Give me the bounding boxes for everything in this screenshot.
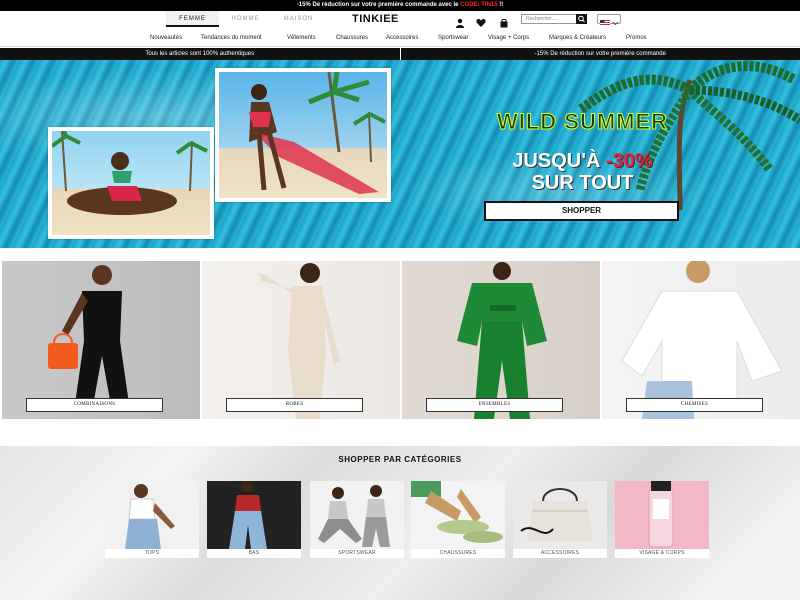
site-logo[interactable]: TINKIEE xyxy=(352,13,399,25)
shopping-bag-icon[interactable] xyxy=(499,15,509,28)
tab-maison[interactable]: MAISON xyxy=(272,11,325,27)
category-card-combinaisons[interactable]: COMBINAISONS xyxy=(2,261,200,419)
promo-text: -15% De réduction sur votre première com… xyxy=(296,2,459,8)
category-tile-chaussures[interactable]: CHAUSSURES xyxy=(411,481,505,558)
hero-banner[interactable]: WILD SUMMER JUSQU'À -30% SUR TOUT SHOPPE… xyxy=(0,60,800,248)
discount-strip: -15% De réduction sur votre première com… xyxy=(399,48,800,60)
search-placeholder: Rechercher... xyxy=(526,16,556,22)
shop-by-category-section: SHOPPER PAR CATÉGORIES TOPS BAS SPORTSWE… xyxy=(0,446,800,600)
category-label-robes[interactable]: ROBES xyxy=(226,398,363,412)
search-button[interactable] xyxy=(576,14,587,24)
tile-label-accessoires[interactable]: ACCESSOIRES xyxy=(513,549,607,558)
us-flag-icon xyxy=(600,20,610,26)
nav-item-nouveautes[interactable]: Nouveautés xyxy=(150,29,182,47)
nav-item-chaussures[interactable]: Chaussures xyxy=(336,29,368,47)
tile-label-visage-corps[interactable]: VISAGE & CORPS xyxy=(615,549,709,558)
sportswear-image xyxy=(310,481,404,549)
category-tile-sportswear[interactable]: SPORTSWEAR xyxy=(310,481,404,558)
nav-item-promos[interactable]: Promos xyxy=(626,29,647,47)
category-label-ensembles[interactable]: ENSEMBLES xyxy=(426,398,563,412)
tab-homme[interactable]: HOMME xyxy=(219,11,272,27)
search-icon xyxy=(578,15,585,23)
chaussures-image xyxy=(411,481,505,549)
hero-line1-prefix: JUSQU'À xyxy=(512,150,606,172)
category-card-ensembles[interactable]: ENSEMBLES xyxy=(402,261,600,419)
category-label-chemises[interactable]: CHEMISES xyxy=(626,398,763,412)
hero-line2: SUR TOUT xyxy=(531,172,634,194)
account-icon[interactable] xyxy=(455,15,465,28)
nav-item-visage-corps[interactable]: Visage + Corps xyxy=(488,29,529,47)
wishlist-heart-icon[interactable] xyxy=(476,15,486,27)
tile-label-sportswear[interactable]: SPORTSWEAR xyxy=(310,549,404,558)
hero-photo-left xyxy=(48,127,214,239)
promo-code: CODE: TIN15 xyxy=(460,2,498,8)
language-selector[interactable] xyxy=(597,14,621,26)
tile-label-tops[interactable]: TOPS xyxy=(105,549,199,558)
authentic-strip: Tous les articles sont 100% authentiques xyxy=(0,48,400,60)
category-tile-visage-corps[interactable]: VISAGE & CORPS xyxy=(615,481,709,558)
tab-femme[interactable]: FEMME xyxy=(166,11,219,27)
chevron-down-icon xyxy=(612,21,619,26)
nav-item-tendances[interactable]: Tendances du moment xyxy=(201,29,262,47)
promo-bar: -15% De réduction sur votre première com… xyxy=(0,0,800,11)
category-tile-accessoires[interactable]: ACCESSOIRES xyxy=(513,481,607,558)
header: FEMME HOMME MAISON TINKIEE Rechercher... xyxy=(0,11,800,29)
hero-title: WILD SUMMER xyxy=(496,109,669,135)
nav-item-marques[interactable]: Marques & Créateurs xyxy=(549,29,606,47)
category-card-chemises[interactable]: CHEMISES xyxy=(602,261,800,419)
category-grid: COMBINAISONS ROBES ENSEMBLES CHEMISES xyxy=(0,261,800,419)
visage-corps-image xyxy=(615,481,709,549)
shop-by-category-title: SHOPPER PAR CATÉGORIES xyxy=(338,455,462,464)
nav-item-vetements[interactable]: Vêtements xyxy=(287,29,316,47)
category-card-robes[interactable]: ROBES xyxy=(202,261,400,419)
tile-label-bas[interactable]: BAS xyxy=(207,549,301,558)
tile-label-chaussures[interactable]: CHAUSSURES xyxy=(411,549,505,558)
bas-image xyxy=(207,481,301,549)
gender-tabs: FEMME HOMME MAISON xyxy=(166,11,325,27)
search-input[interactable]: Rechercher... xyxy=(521,14,587,24)
category-tile-bas[interactable]: BAS xyxy=(207,481,301,558)
hero-photo-right xyxy=(215,68,391,202)
shopper-button[interactable]: SHOPPER xyxy=(484,201,679,221)
hero-discount: -30% xyxy=(605,150,653,172)
accessoires-image xyxy=(513,481,607,549)
tops-image xyxy=(105,481,199,549)
hero-subtitle: JUSQU'À -30% SUR TOUT xyxy=(430,150,735,194)
category-tile-tops[interactable]: TOPS xyxy=(105,481,199,558)
main-nav: Nouveautés Tendances du moment Vêtements… xyxy=(0,29,800,47)
nav-item-accessoires[interactable]: Accessoires xyxy=(386,29,418,47)
promo-suffix: !! xyxy=(499,2,504,8)
category-label-combinaisons[interactable]: COMBINAISONS xyxy=(26,398,163,412)
nav-item-sportswear[interactable]: Sportswear xyxy=(438,29,468,47)
info-strips: Tous les articles sont 100% authentiques… xyxy=(0,48,800,60)
